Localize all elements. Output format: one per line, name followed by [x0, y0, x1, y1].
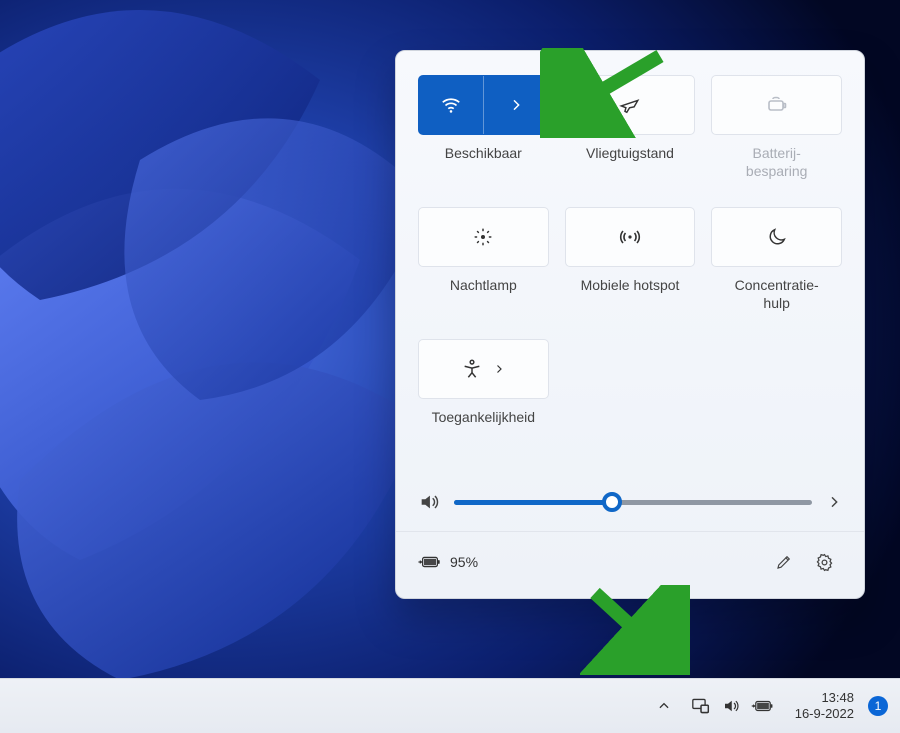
quick-settings-panel: Beschikbaar Vliegtuigstand Batterij-besp…	[395, 50, 865, 599]
accessibility-label: Toegankelijkheid	[432, 409, 536, 445]
chevron-right-icon	[826, 494, 842, 510]
airplane-icon	[619, 94, 641, 116]
focus-assist-tile[interactable]	[711, 207, 842, 267]
wifi-tile[interactable]	[418, 75, 549, 135]
night-light-tile[interactable]	[418, 207, 549, 267]
battery-saver-label: Batterij-besparing	[746, 145, 808, 181]
volume-slider[interactable]	[454, 500, 812, 505]
volume-output-chevron[interactable]	[826, 494, 842, 510]
chevron-up-icon	[657, 699, 671, 713]
airplane-mode-label: Vliegtuigstand	[586, 145, 674, 181]
notifications-button[interactable]: 1	[868, 696, 888, 716]
focus-assist-label: Concentratie-hulp	[735, 277, 819, 313]
wifi-expand[interactable]	[484, 76, 548, 134]
taskbar: 13:48 16-9-2022 1	[0, 678, 900, 733]
hotspot-icon	[618, 225, 642, 249]
battery-saver-icon	[765, 93, 789, 117]
battery-percent: 95%	[450, 554, 478, 570]
mobile-hotspot-label: Mobiele hotspot	[581, 277, 680, 313]
accessibility-icon	[461, 358, 483, 380]
battery-charging-icon	[418, 552, 442, 572]
battery-status[interactable]: 95%	[418, 552, 478, 572]
network-icon	[691, 697, 711, 715]
airplane-mode-tile[interactable]	[565, 75, 696, 135]
wifi-toggle[interactable]	[419, 76, 484, 134]
gear-icon	[815, 553, 834, 572]
notification-count: 1	[875, 699, 882, 713]
mobile-hotspot-tile[interactable]	[565, 207, 696, 267]
taskbar-time: 13:48	[795, 690, 854, 706]
settings-button[interactable]	[806, 544, 842, 580]
taskbar-clock[interactable]: 13:48 16-9-2022	[795, 690, 854, 721]
volume-icon	[721, 697, 741, 715]
edit-quick-settings-button[interactable]	[766, 544, 802, 580]
volume-icon[interactable]	[418, 491, 440, 513]
system-tray[interactable]	[685, 693, 781, 719]
chevron-right-icon	[493, 363, 505, 375]
moon-icon	[766, 226, 788, 248]
accessibility-tile[interactable]	[418, 339, 549, 399]
night-light-label: Nachtlamp	[450, 277, 517, 313]
battery-saver-tile[interactable]	[711, 75, 842, 135]
taskbar-date: 16-9-2022	[795, 706, 854, 722]
night-light-icon	[472, 226, 494, 248]
pencil-icon	[775, 553, 793, 571]
tray-overflow-button[interactable]	[651, 695, 677, 717]
chevron-right-icon	[508, 97, 524, 113]
battery-charging-icon	[751, 697, 775, 715]
wifi-label: Beschikbaar	[445, 145, 522, 181]
wifi-icon	[440, 94, 462, 116]
